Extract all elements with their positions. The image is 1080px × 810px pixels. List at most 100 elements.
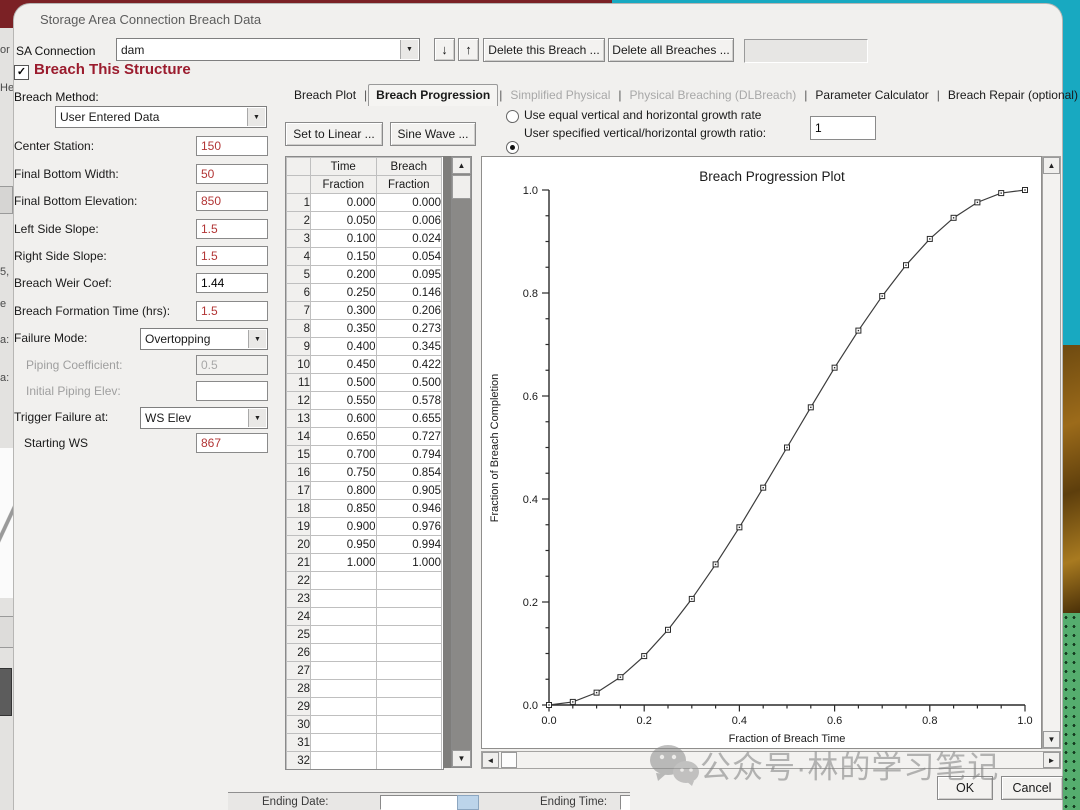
- table-cell[interactable]: 0.750: [311, 464, 377, 482]
- table-cell[interactable]: 0.000: [311, 194, 377, 212]
- table-cell[interactable]: 0.200: [311, 266, 377, 284]
- breach-this-structure-checkbox[interactable]: ✓: [14, 65, 29, 80]
- table-cell[interactable]: 0.900: [311, 518, 377, 536]
- combo-dropdown-icon[interactable]: ▼: [247, 108, 265, 126]
- table-cell[interactable]: 0.250: [311, 284, 377, 302]
- table-cell[interactable]: [311, 644, 377, 662]
- table-cell[interactable]: [311, 716, 377, 734]
- table-cell[interactable]: 0.273: [376, 320, 442, 338]
- table-cell[interactable]: [376, 752, 442, 770]
- chart-scroll-left-button[interactable]: ◄: [482, 752, 499, 768]
- table-cell[interactable]: 0.578: [376, 392, 442, 410]
- table-cell[interactable]: 0.422: [376, 356, 442, 374]
- table-cell[interactable]: 0.095: [376, 266, 442, 284]
- tab-breach-repair-optional[interactable]: Breach Repair (optional): [941, 85, 1080, 106]
- chart-vertical-scrollbar[interactable]: ▲ ▼: [1042, 156, 1061, 749]
- table-cell[interactable]: [376, 662, 442, 680]
- table-cell[interactable]: 0.050: [311, 212, 377, 230]
- table-cell[interactable]: 0.100: [311, 230, 377, 248]
- equal-growth-label[interactable]: Use equal vertical and horizontal growth…: [524, 108, 761, 122]
- table-cell[interactable]: 0.650: [311, 428, 377, 446]
- ok-button[interactable]: OK: [937, 776, 993, 800]
- table-cell[interactable]: 0.146: [376, 284, 442, 302]
- center-station-input[interactable]: [196, 136, 268, 156]
- table-cell[interactable]: [376, 644, 442, 662]
- next-breach-button[interactable]: ↑: [458, 38, 479, 61]
- table-cell[interactable]: [311, 608, 377, 626]
- breach-weir-coef-input[interactable]: [196, 273, 268, 293]
- starting-ws-input[interactable]: [196, 433, 268, 453]
- table-cell[interactable]: 0.550: [311, 392, 377, 410]
- table-cell[interactable]: 0.400: [311, 338, 377, 356]
- table-cell[interactable]: [376, 698, 442, 716]
- table-cell[interactable]: 0.024: [376, 230, 442, 248]
- table-cell[interactable]: 0.000: [376, 194, 442, 212]
- table-cell[interactable]: [376, 590, 442, 608]
- breach-method-dropdown[interactable]: User Entered Data ▼: [55, 106, 267, 128]
- equal-growth-radio[interactable]: [506, 110, 519, 123]
- set-to-linear-button[interactable]: Set to Linear ...: [285, 122, 383, 146]
- previous-breach-button[interactable]: ↓: [434, 38, 455, 61]
- table-cell[interactable]: 0.350: [311, 320, 377, 338]
- table-cell[interactable]: 0.800: [311, 482, 377, 500]
- table-cell[interactable]: 0.994: [376, 536, 442, 554]
- table-cell[interactable]: [311, 590, 377, 608]
- combo-dropdown-icon[interactable]: ▼: [400, 40, 418, 59]
- chart-scroll-down-button[interactable]: ▼: [1043, 731, 1060, 748]
- tab-parameter-calculator[interactable]: Parameter Calculator: [808, 85, 935, 106]
- table-cell[interactable]: 0.905: [376, 482, 442, 500]
- tab-breach-plot[interactable]: Breach Plot: [287, 85, 363, 106]
- sa-connection-combobox[interactable]: dam ▼: [116, 38, 420, 61]
- table-cell[interactable]: [376, 626, 442, 644]
- table-cell[interactable]: 0.450: [311, 356, 377, 374]
- table-cell[interactable]: [311, 680, 377, 698]
- table-cell[interactable]: [376, 716, 442, 734]
- table-cell[interactable]: [376, 734, 442, 752]
- table-cell[interactable]: [376, 680, 442, 698]
- left-side-slope-input[interactable]: [196, 219, 268, 239]
- table-cell[interactable]: [311, 752, 377, 770]
- tab-breach-progression[interactable]: Breach Progression: [368, 84, 498, 106]
- breach-formation-time-input[interactable]: [196, 301, 268, 321]
- delete-all-breaches-button[interactable]: Delete all Breaches ...: [608, 38, 734, 62]
- delete-this-breach-button[interactable]: Delete this Breach ...: [483, 38, 605, 62]
- failure-mode-dropdown[interactable]: Overtopping ▼: [140, 328, 268, 350]
- table-cell[interactable]: [311, 698, 377, 716]
- table-cell[interactable]: 0.345: [376, 338, 442, 356]
- table-cell[interactable]: 0.054: [376, 248, 442, 266]
- sine-wave-button[interactable]: Sine Wave ...: [390, 122, 476, 146]
- table-cell[interactable]: [311, 626, 377, 644]
- user-growth-radio[interactable]: [506, 141, 519, 154]
- table-cell[interactable]: 0.600: [311, 410, 377, 428]
- table-scroll-down-button[interactable]: ▼: [452, 750, 471, 767]
- combo-dropdown-icon[interactable]: ▼: [248, 330, 266, 348]
- table-cell[interactable]: 0.500: [311, 374, 377, 392]
- table-cell[interactable]: 0.794: [376, 446, 442, 464]
- table-cell[interactable]: [311, 662, 377, 680]
- user-growth-label[interactable]: User specified vertical/horizontal growt…: [524, 126, 766, 140]
- final-bottom-elevation-input[interactable]: [196, 191, 268, 211]
- combo-dropdown-icon[interactable]: ▼: [248, 409, 266, 427]
- growth-ratio-input[interactable]: [810, 116, 876, 140]
- table-scroll-up-button[interactable]: ▲: [452, 157, 471, 174]
- table-cell[interactable]: [376, 572, 442, 590]
- table-cell[interactable]: [376, 608, 442, 626]
- table-cell[interactable]: 0.850: [311, 500, 377, 518]
- table-cell[interactable]: 0.300: [311, 302, 377, 320]
- table-cell[interactable]: 0.206: [376, 302, 442, 320]
- table-scroll-thumb[interactable]: [452, 175, 471, 199]
- table-cell[interactable]: 0.150: [311, 248, 377, 266]
- table-cell[interactable]: 0.946: [376, 500, 442, 518]
- table-cell[interactable]: [311, 572, 377, 590]
- cancel-button[interactable]: Cancel: [1001, 776, 1063, 800]
- table-cell[interactable]: 0.500: [376, 374, 442, 392]
- chart-hscroll-thumb[interactable]: [501, 752, 517, 768]
- table-cell[interactable]: 0.655: [376, 410, 442, 428]
- chart-scroll-right-button[interactable]: ►: [1043, 752, 1060, 768]
- table-cell[interactable]: 0.700: [311, 446, 377, 464]
- table-cell[interactable]: 0.727: [376, 428, 442, 446]
- table-scrollbar[interactable]: ▲ ▼: [451, 156, 472, 768]
- table-cell[interactable]: 1.000: [311, 554, 377, 572]
- table-cell[interactable]: [311, 734, 377, 752]
- chart-horizontal-scrollbar[interactable]: ◄ ►: [481, 751, 1061, 769]
